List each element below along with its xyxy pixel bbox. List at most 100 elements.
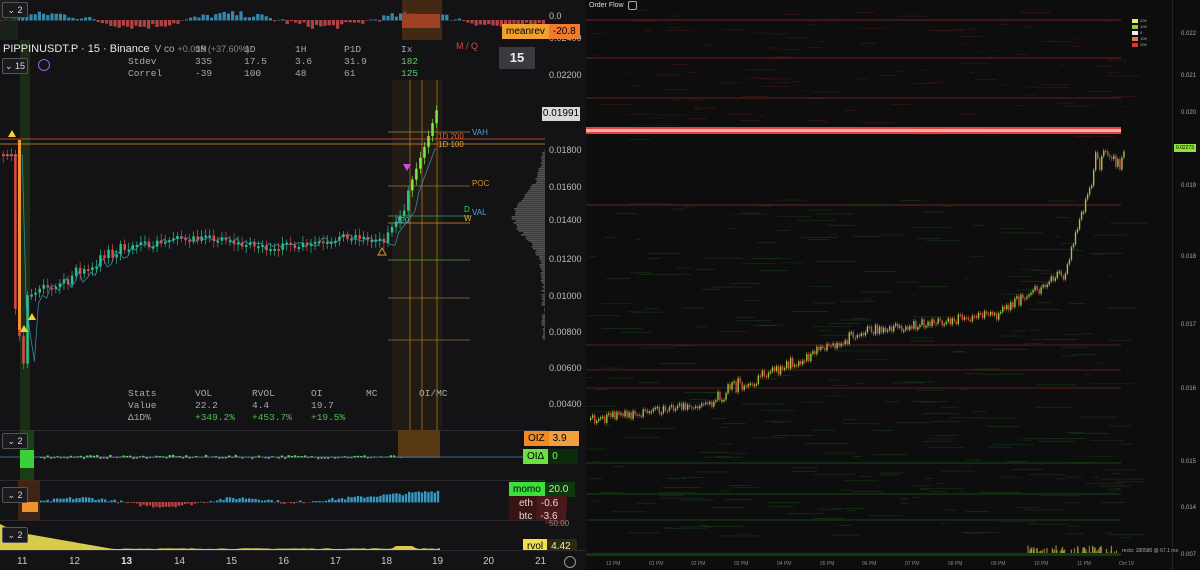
heatmap-legend: 20K 10K 0 10K 20K: [1132, 18, 1147, 47]
time-tick: 03 PM: [734, 561, 749, 567]
time-tick: 06 PM: [862, 561, 877, 567]
top-indicator-strip: [0, 0, 545, 40]
time-tick: 16: [278, 556, 290, 567]
table-cell: +19.5%: [311, 412, 346, 423]
chevron-down-icon: ⌄: [7, 490, 15, 500]
price-tick: 0.0: [549, 11, 562, 21]
col-header: VOL: [195, 388, 213, 399]
momo-pane-collapse-button[interactable]: ⌄ 2: [2, 487, 28, 503]
stdev-correl-table: 1M 1D 1H P1D Ix Stdev 335 17.5 3.6 31.9 182 Corre…: [128, 44, 427, 80]
indicator-icon[interactable]: [38, 59, 50, 71]
time-tick: 04 PM: [777, 561, 792, 567]
time-tick: Oct 19: [1119, 561, 1134, 567]
main-price-chart[interactable]: [0, 40, 545, 430]
left-chart-pane[interactable]: ⌄ 2 PIPPINUSDT.P · 15 · Binance V co +0.…: [0, 0, 586, 570]
table-cell: +453.7%: [252, 412, 292, 423]
time-tick: 07 PM: [905, 561, 920, 567]
table-cell: 31.9: [344, 56, 367, 67]
price-tick: 0.015: [1181, 459, 1197, 465]
top-pane-collapse-button[interactable]: ⌄ 2: [2, 2, 28, 18]
d-label: D: [464, 205, 470, 214]
price-tick: 0.00400: [549, 399, 582, 409]
mq-label: M / Q: [456, 41, 478, 51]
of-price-axis[interactable]: [1172, 0, 1200, 570]
chevron-down-icon: ⌄: [7, 530, 15, 540]
price-tick: 0.01400: [549, 215, 582, 225]
table-cell: 125: [401, 68, 419, 79]
price-tick: 0.01200: [549, 254, 582, 264]
col-header: Stats: [128, 388, 157, 399]
time-axis[interactable]: [0, 550, 586, 570]
time-tick: 08 PM: [948, 561, 963, 567]
time-tick: 01 PM: [649, 561, 664, 567]
table-cell: +349.2%: [195, 412, 235, 423]
chevron-down-icon: ⌄: [4, 61, 13, 71]
col-header: P1D: [344, 44, 362, 55]
time-tick: 11 PM: [1077, 561, 1092, 567]
vah-label: VAH: [472, 128, 488, 137]
legend-label: 20K: [1140, 42, 1148, 47]
time-tick: 21: [535, 556, 547, 567]
row-label: Correl: [128, 68, 163, 79]
col-header: OI: [311, 388, 323, 399]
time-tick: 11: [17, 556, 28, 567]
time-tick: 17: [330, 556, 342, 567]
price-tick: 0.018: [1181, 254, 1197, 260]
table-cell: 4.4: [252, 400, 270, 411]
price-tick: 0.01800: [549, 145, 582, 155]
price-tick: 0.016: [1181, 386, 1197, 392]
momo-badge: momo 20.0: [509, 482, 575, 497]
oi-delta-badge: OIΔ 0: [523, 449, 579, 464]
table-cell: 61: [344, 68, 356, 79]
chevron-down-icon: ⌄: [7, 5, 15, 15]
time-tick: 12: [69, 556, 81, 567]
oi-z-badge: OIZ 3.9: [524, 431, 579, 446]
col-header: 1H: [295, 44, 307, 55]
time-tick: 20: [483, 556, 495, 567]
legend-label: 10K: [1140, 36, 1148, 41]
order-flow-pane[interactable]: Order Flow 20K 10K 0 10K 20K rects: 1805…: [586, 0, 1200, 570]
lower-axis-fragment: 50.00: [549, 519, 570, 528]
price-tick: 0.00600: [549, 363, 582, 373]
time-tick: 14: [174, 556, 186, 567]
order-flow-chart[interactable]: [586, 0, 1200, 570]
time-tick: 10 PM: [1034, 561, 1049, 567]
price-tick: 0.020: [1181, 110, 1197, 116]
val-label: VAL: [472, 208, 487, 217]
render-stats: rects: 180580 @ 67.1 ms: [1122, 548, 1178, 554]
time-tick: 15: [226, 556, 238, 567]
price-tick: 0.022: [1181, 31, 1197, 37]
momo-indicator-pane[interactable]: [0, 480, 545, 520]
gear-icon[interactable]: [564, 556, 576, 568]
time-tick: 13: [121, 556, 133, 567]
legend-label: 0: [1140, 30, 1143, 35]
poc-label: POC: [472, 179, 490, 188]
time-tick: 18: [381, 556, 393, 567]
rvol-pane-collapse-button[interactable]: ⌄ 2: [2, 527, 28, 543]
settings-icon[interactable]: [627, 1, 637, 10]
oi-indicator-pane[interactable]: [0, 430, 545, 480]
table-cell: 22.2: [195, 400, 218, 411]
table-cell: 19.7: [311, 400, 334, 411]
price-tick: 0.019: [1181, 183, 1197, 189]
interval-collapse-button[interactable]: ⌄ 15: [2, 58, 28, 74]
oi-pane-collapse-button[interactable]: ⌄ 2: [2, 433, 28, 449]
rvol-indicator-pane[interactable]: [0, 520, 545, 550]
row-label: Stdev: [128, 56, 157, 67]
table-cell: 17.5: [244, 56, 267, 67]
price-axis[interactable]: [545, 0, 586, 550]
col-header: OI/MC: [419, 388, 448, 399]
interval-box[interactable]: 15: [499, 47, 535, 69]
col-header: Ix: [401, 44, 413, 55]
order-flow-title: Order Flow: [589, 1, 637, 10]
price-tick: 0.01000: [549, 291, 582, 301]
price-tick: 0.00800: [549, 327, 582, 337]
w-label: W: [464, 214, 472, 223]
price-tick: 0.007: [1181, 552, 1197, 558]
table-cell: 100: [244, 68, 262, 79]
table-cell: -39: [195, 68, 213, 79]
chevron-down-icon: ⌄: [7, 436, 15, 446]
time-tick: 09 PM: [991, 561, 1006, 567]
of-current-price-tag: 0.02273: [1174, 144, 1196, 152]
price-tick: 0.021: [1181, 73, 1197, 79]
